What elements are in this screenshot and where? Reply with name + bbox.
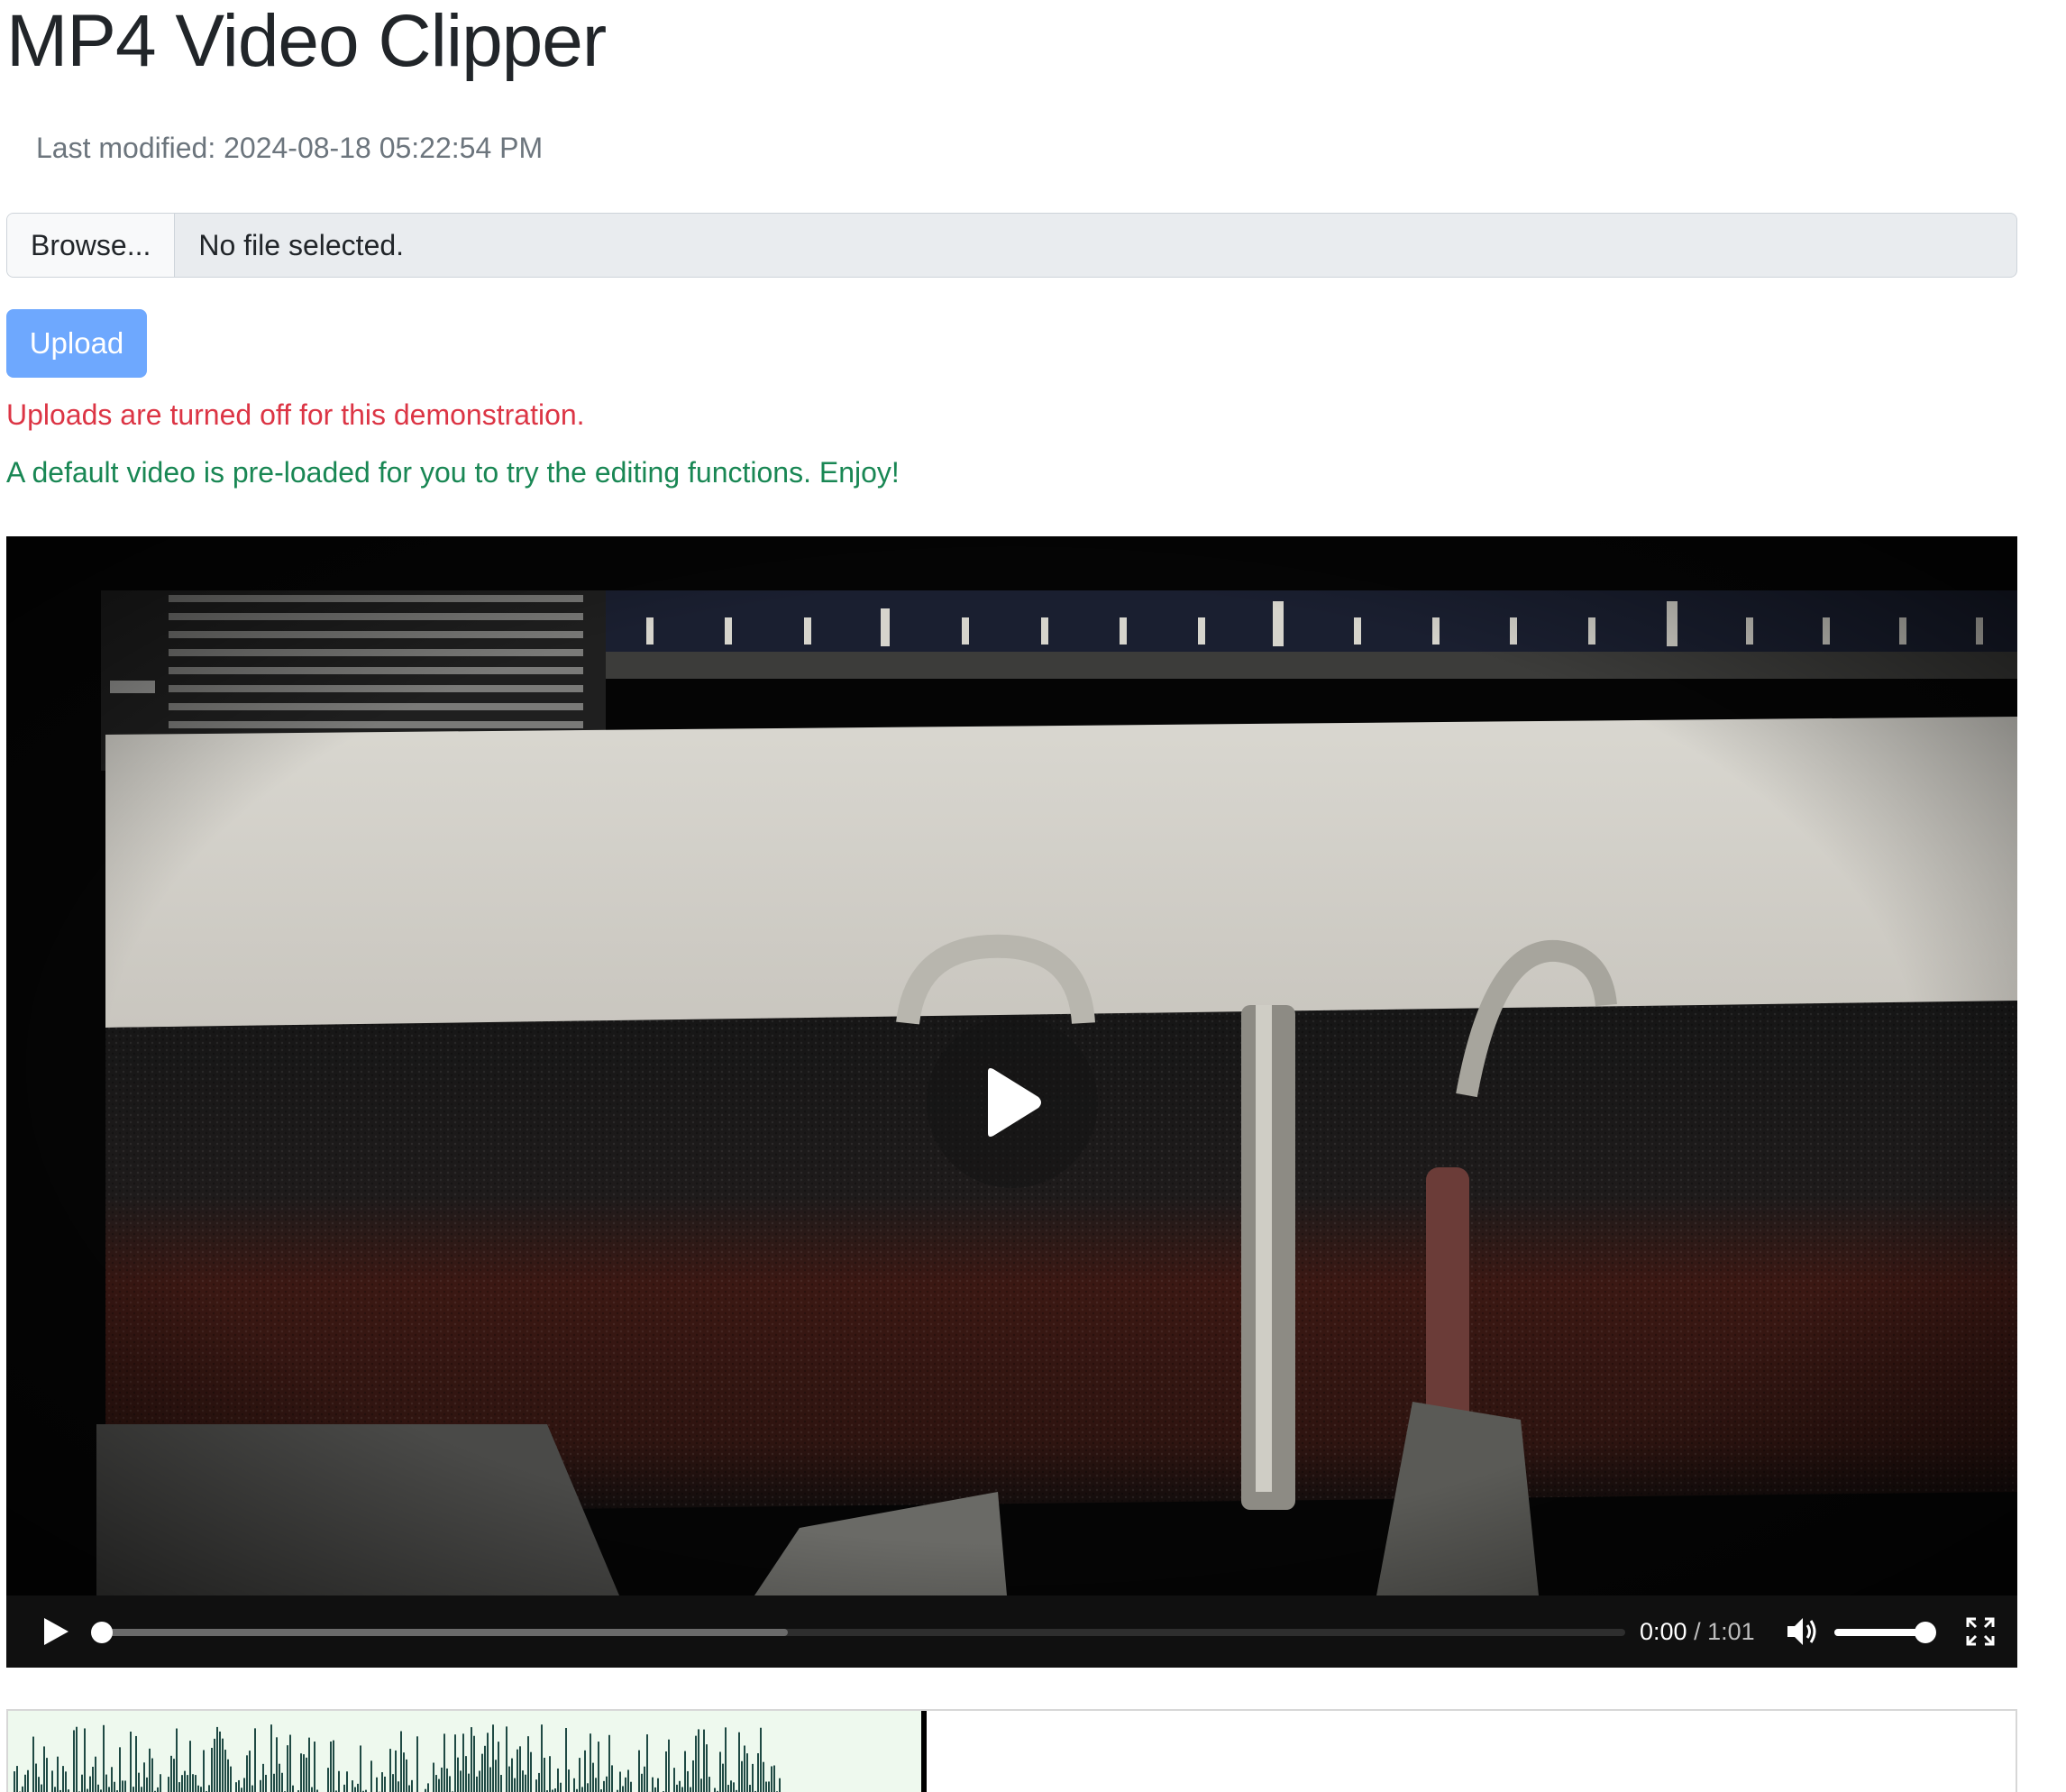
duration-time: 1:01: [1707, 1618, 1755, 1645]
seek-bar-buffered: [102, 1629, 788, 1636]
speaker-icon[interactable]: [1785, 1615, 1819, 1648]
waveform-cursor[interactable]: [921, 1711, 928, 1792]
volume-slider-fill: [1834, 1629, 1926, 1636]
volume-slider[interactable]: [1834, 1622, 1937, 1643]
default-video-message: A default video is pre-loaded for you to…: [6, 456, 900, 489]
time-display: 0:00 / 1:01: [1640, 1612, 1755, 1651]
last-modified-text: Last modified: 2024-08-18 05:22:54 PM: [36, 132, 544, 164]
page-title: MP4 Video Clipper: [6, 0, 607, 82]
seek-bar[interactable]: [91, 1622, 1625, 1643]
play-icon[interactable]: [39, 1615, 71, 1648]
current-time: 0:00: [1640, 1618, 1687, 1645]
page: MP4 Video Clipper Last modified: 2024-08…: [0, 0, 2066, 1792]
play-icon: [988, 1068, 1041, 1137]
upload-button[interactable]: Upload: [6, 309, 147, 378]
volume-slider-handle[interactable]: [1915, 1622, 1937, 1643]
video-controls: 0:00 / 1:01: [6, 1595, 2017, 1668]
file-status-text: No file selected.: [198, 228, 405, 261]
uploads-disabled-message: Uploads are turned off for this demonstr…: [6, 398, 585, 431]
time-separator: /: [1687, 1618, 1708, 1645]
seek-bar-handle[interactable]: [91, 1622, 113, 1643]
fullscreen-icon[interactable]: [1964, 1615, 1997, 1648]
video-player[interactable]: 0:00 / 1:01: [6, 536, 2017, 1668]
big-play-button[interactable]: [927, 1017, 1098, 1188]
file-input[interactable]: Browse... No file selected.: [6, 213, 2017, 278]
browse-button[interactable]: Browse...: [7, 214, 176, 277]
audio-waveform[interactable]: [6, 1709, 2017, 1792]
waveform-graph: [14, 1724, 781, 1792]
